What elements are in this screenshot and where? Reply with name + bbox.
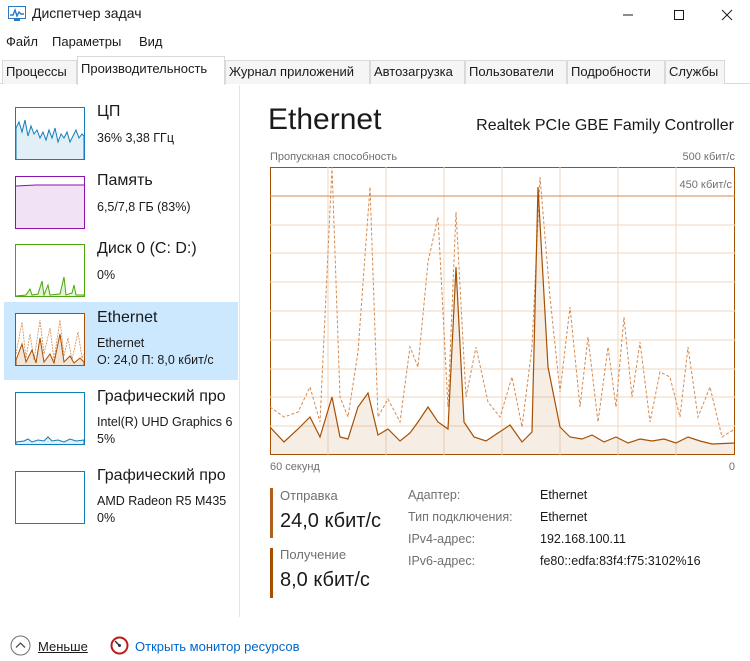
sidebar-item-gpu-intel-usage: 5% — [97, 432, 116, 446]
close-button[interactable] — [704, 0, 750, 29]
disk-thumbnail-graph — [15, 244, 85, 297]
graph-max-label: 500 кбит/с — [682, 151, 735, 163]
tab-details[interactable]: Подробности — [567, 60, 665, 84]
sidebar-item-disk[interactable]: Диск 0 (C: D:) 0% — [4, 233, 238, 311]
resource-list: ЦП 36% 3,38 ГГц Память 6,5/7,8 ГБ (83%) … — [0, 85, 240, 617]
send-indicator — [270, 488, 273, 538]
tab-strip: Процессы Производительность Журнал прило… — [0, 56, 750, 85]
receive-label: Получение — [280, 547, 347, 562]
chevron-up-icon — [10, 635, 31, 656]
menu-options[interactable]: Параметры — [52, 34, 121, 49]
less-details-button[interactable] — [10, 635, 31, 656]
detail-key-ipv6: IPv6-адрес: — [408, 554, 476, 568]
less-details-link[interactable]: Меньше — [38, 639, 88, 654]
detail-value-ipv4: 192.168.100.11 — [540, 532, 626, 546]
graph-label: Пропускная способность — [270, 151, 398, 163]
window-title: Диспетчер задач — [32, 5, 142, 21]
send-value: 24,0 кбит/с — [280, 510, 382, 532]
gpu-amd-thumbnail-graph — [15, 471, 85, 524]
sidebar-item-gpu-intel-name: Графический про — [97, 388, 226, 405]
sidebar-item-ethernet-throughput: О: 24,0 П: 8,0 кбит/с — [97, 353, 214, 367]
tab-services[interactable]: Службы — [665, 60, 725, 84]
detail-key-connection-type: Тип подключения: — [408, 510, 513, 524]
detail-value-adapter: Ethernet — [540, 488, 588, 502]
sidebar-item-gpu-intel-model: Intel(R) UHD Graphics 6 — [97, 415, 233, 429]
footer-bar: Меньше Открыть монитор ресурсов — [0, 630, 750, 661]
resource-monitor-icon — [110, 636, 129, 655]
ethernet-detail-panel: Ethernet Realtek PCIe GBE Family Control… — [240, 85, 750, 617]
tab-users[interactable]: Пользователи — [465, 60, 567, 84]
sidebar-item-gpu-intel[interactable]: Графический про Intel(R) UHD Graphics 6 … — [4, 381, 238, 459]
minimize-button[interactable] — [605, 0, 651, 29]
sidebar-item-cpu[interactable]: ЦП 36% 3,38 ГГц — [4, 96, 238, 174]
sidebar-item-memory[interactable]: Память 6,5/7,8 ГБ (83%) — [4, 165, 238, 243]
graph-time-right: 0 — [728, 461, 735, 473]
sidebar-item-gpu-amd-name: Графический про — [97, 467, 226, 484]
sidebar-item-ethernet[interactable]: Ethernet Ethernet О: 24,0 П: 8,0 кбит/с — [4, 302, 238, 380]
detail-value-ipv6: fe80::edfa:83f4:f75:3102%16 — [540, 554, 701, 568]
gpu-intel-thumbnail-graph — [15, 392, 85, 445]
tab-performance[interactable]: Производительность — [77, 56, 225, 85]
sidebar-item-disk-name: Диск 0 (C: D:) — [97, 240, 197, 257]
maximize-icon — [674, 9, 684, 20]
sidebar-item-gpu-amd-model: AMD Radeon R5 M435 — [97, 494, 227, 508]
graph-mark-label: 450 кбит/с — [679, 179, 732, 191]
detail-key-adapter: Адаптер: — [408, 488, 461, 502]
throughput-graph: 450 кбит/с — [269, 166, 736, 455]
tab-processes[interactable]: Процессы — [2, 60, 77, 84]
receive-value: 8,0 кбит/с — [280, 569, 370, 591]
sidebar-item-memory-usage: 6,5/7,8 ГБ (83%) — [97, 200, 191, 214]
menu-file[interactable]: Файл — [6, 34, 38, 49]
sidebar-item-ethernet-adapter: Ethernet — [97, 336, 145, 350]
maximize-button[interactable] — [656, 0, 702, 29]
cpu-thumbnail-graph — [15, 107, 85, 160]
sidebar-item-memory-name: Память — [97, 172, 153, 189]
task-manager-icon — [8, 6, 26, 21]
adapter-name: Realtek PCIe GBE Family Controller — [476, 117, 734, 134]
open-resource-monitor-link[interactable]: Открыть монитор ресурсов — [135, 639, 299, 654]
tab-startup[interactable]: Автозагрузка — [370, 60, 465, 84]
memory-thumbnail-graph — [15, 176, 85, 229]
title-bar: Диспетчер задач — [0, 0, 750, 29]
receive-indicator — [270, 548, 273, 598]
menu-view[interactable]: Вид — [139, 34, 163, 49]
sidebar-item-cpu-name: ЦП — [97, 103, 121, 120]
sidebar-item-gpu-amd[interactable]: Графический про AMD Radeon R5 M435 0% — [4, 460, 238, 538]
send-label: Отправка — [280, 488, 338, 503]
sidebar-item-ethernet-name: Ethernet — [97, 309, 158, 326]
minimize-icon — [623, 14, 633, 15]
sidebar-item-disk-usage: 0% — [97, 268, 116, 282]
sidebar-item-gpu-amd-usage: 0% — [97, 511, 116, 525]
tab-app-history[interactable]: Журнал приложений — [225, 60, 370, 84]
detail-key-ipv4: IPv4-адрес: — [408, 532, 476, 546]
menu-bar: Файл Параметры Вид — [0, 31, 750, 53]
sidebar-item-cpu-usage: 36% 3,38 ГГц — [97, 131, 174, 145]
graph-time-left: 60 секунд — [270, 461, 320, 473]
close-icon — [721, 9, 733, 20]
detail-value-connection-type: Ethernet — [540, 510, 588, 524]
ethernet-thumbnail-graph — [15, 313, 85, 366]
page-title: Ethernet — [268, 103, 382, 136]
